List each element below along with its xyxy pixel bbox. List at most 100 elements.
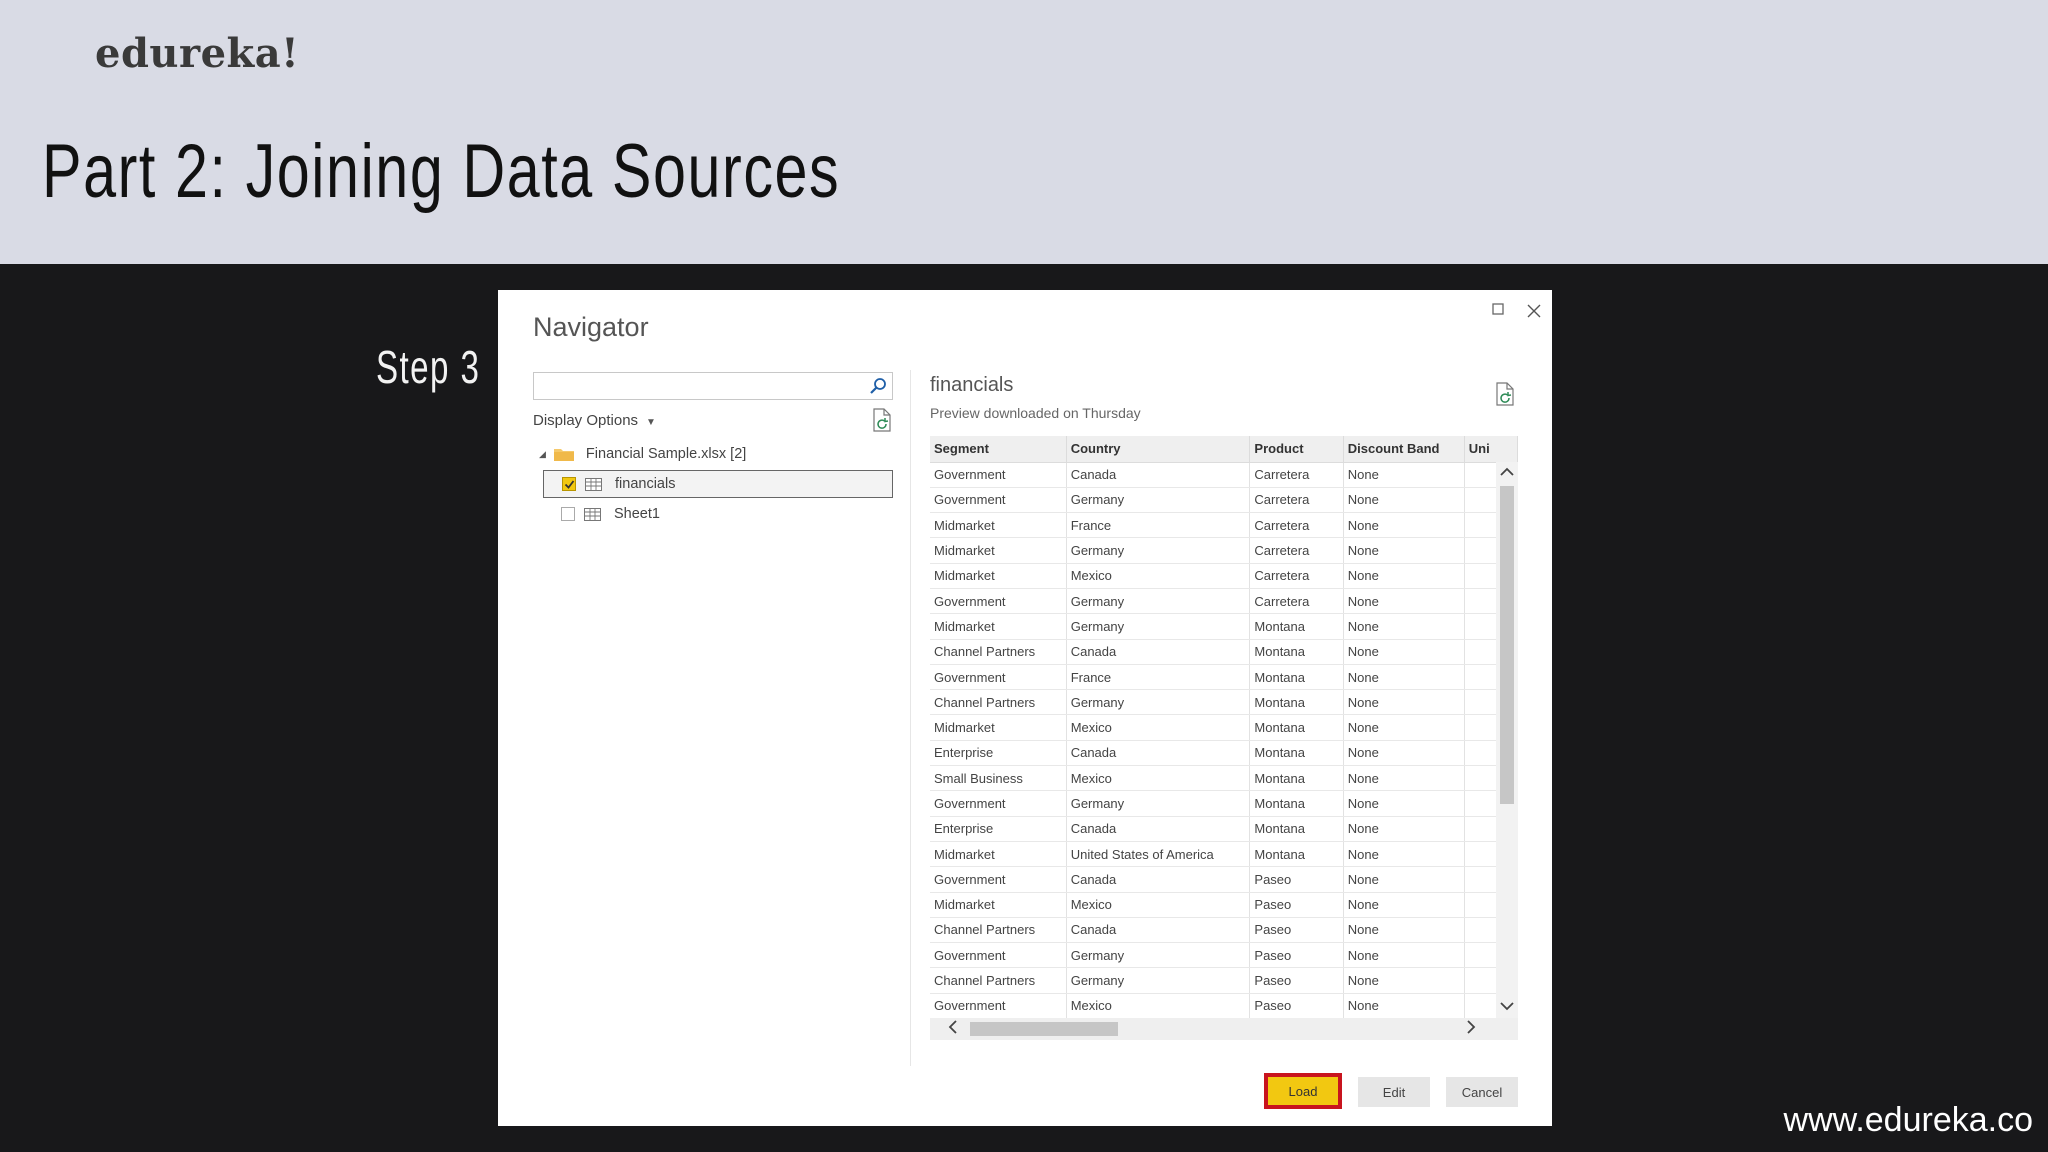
slide-header: edureka! Part 2: Joining Data Sources xyxy=(0,0,2048,264)
table-cell: Paseo xyxy=(1249,892,1344,918)
collapse-arrow-icon[interactable]: ◢ xyxy=(539,449,546,460)
table-row: Small Business Mexico Montana None xyxy=(930,765,1518,792)
preview-subtitle: Preview downloaded on Thursday xyxy=(930,405,1141,421)
table-cell: Paseo xyxy=(1249,942,1344,969)
maximize-button[interactable] xyxy=(1482,294,1514,324)
table-cell: Channel Partners xyxy=(930,917,1067,944)
table-row: Government Germany Carretera None xyxy=(930,487,1518,514)
table-cell: None xyxy=(1343,917,1465,944)
table-row: Government Germany Montana None xyxy=(930,790,1518,817)
refresh-icon[interactable] xyxy=(871,408,893,432)
column-header[interactable]: Discount Band xyxy=(1343,436,1465,463)
search-icon[interactable] xyxy=(868,376,888,396)
table-cell: None xyxy=(1343,537,1465,564)
slide-title: Part 2: Joining Data Sources xyxy=(42,129,841,214)
table-cell: Montana xyxy=(1249,613,1344,640)
scroll-left-icon[interactable] xyxy=(942,1018,964,1040)
table-row: Government Canada Paseo None xyxy=(930,866,1518,893)
preview-grid[interactable]: Segment Country Product Discount Band Un… xyxy=(930,436,1518,1018)
column-header[interactable]: Country xyxy=(1066,436,1251,463)
table-cell: Germany xyxy=(1066,588,1251,615)
vertical-scroll-thumb[interactable] xyxy=(1500,486,1514,804)
table-cell: Government xyxy=(930,588,1067,615)
table-header-row: Segment Country Product Discount Band Un… xyxy=(930,436,1518,463)
preview-table: Segment Country Product Discount Band Un… xyxy=(930,436,1518,1018)
cancel-button[interactable]: Cancel xyxy=(1446,1077,1518,1107)
table-icon xyxy=(584,507,601,521)
table-cell: Government xyxy=(930,790,1067,817)
tree-root-node[interactable]: ◢ Financial Sample.xlsx [2] xyxy=(539,440,746,468)
table-cell: Midmarket xyxy=(930,537,1067,564)
table-cell: None xyxy=(1343,790,1465,817)
search-input[interactable] xyxy=(534,373,854,399)
load-button[interactable]: Load xyxy=(1264,1073,1342,1109)
table-cell: Montana xyxy=(1249,816,1344,842)
table-row: Midmarket Mexico Carretera None xyxy=(930,563,1518,589)
table-cell: Germany xyxy=(1066,487,1251,514)
table-row: Midmarket Mexico Montana None xyxy=(930,714,1518,741)
table-cell: Germany xyxy=(1066,967,1251,994)
table-cell: Carretera xyxy=(1249,588,1344,615)
table-cell: None xyxy=(1343,689,1465,716)
tree-item-financials[interactable]: financials xyxy=(543,470,893,498)
table-cell: Germany xyxy=(1066,790,1251,817)
scroll-up-icon[interactable] xyxy=(1496,462,1518,484)
table-cell: None xyxy=(1343,866,1465,893)
table-cell: Germany xyxy=(1066,942,1251,969)
table-cell: Government xyxy=(930,664,1067,691)
close-button[interactable] xyxy=(1518,294,1550,324)
table-cell: Channel Partners xyxy=(930,639,1067,665)
financials-checkbox[interactable] xyxy=(562,477,576,491)
tree-item-sheet1[interactable]: Sheet1 xyxy=(543,500,893,528)
tree-item-label: financials xyxy=(615,476,676,492)
refresh-icon[interactable] xyxy=(1494,382,1516,406)
table-cell: None xyxy=(1343,740,1465,767)
scroll-down-icon[interactable] xyxy=(1496,996,1518,1018)
column-header[interactable]: Segment xyxy=(930,436,1067,463)
table-cell: Small Business xyxy=(930,765,1067,792)
checkmark-icon xyxy=(564,479,574,489)
horizontal-scroll-thumb[interactable] xyxy=(970,1022,1118,1036)
vertical-scrollbar[interactable] xyxy=(1496,462,1518,1018)
caret-down-icon: ▼ xyxy=(646,417,656,428)
table-cell: Carretera xyxy=(1249,487,1344,514)
dialog-title: Navigator xyxy=(533,312,649,342)
table-cell: Government xyxy=(930,993,1067,1018)
table-cell: Montana xyxy=(1249,689,1344,716)
tree-item-label: Sheet1 xyxy=(614,506,660,522)
scroll-right-icon[interactable] xyxy=(1460,1018,1482,1040)
table-cell: Channel Partners xyxy=(930,967,1067,994)
table-cell: None xyxy=(1343,512,1465,539)
table-cell: Midmarket xyxy=(930,714,1067,741)
table-cell: Carretera xyxy=(1249,537,1344,564)
table-row: Government Germany Paseo None xyxy=(930,942,1518,969)
table-row: Channel Partners Canada Paseo None xyxy=(930,917,1518,944)
column-header[interactable]: Uni xyxy=(1464,436,1518,463)
table-cell: Canada xyxy=(1066,740,1251,767)
table-row: Midmarket Germany Montana None xyxy=(930,613,1518,640)
table-row: Midmarket France Carretera None xyxy=(930,512,1518,539)
sheet1-checkbox[interactable] xyxy=(561,507,575,521)
display-options-label: Display Options xyxy=(533,412,639,429)
display-options-dropdown[interactable]: Display Options ▼ xyxy=(533,412,656,429)
table-cell: None xyxy=(1343,841,1465,868)
table-cell: Carretera xyxy=(1249,563,1344,589)
table-cell: Enterprise xyxy=(930,740,1067,767)
table-cell: Canada xyxy=(1066,462,1251,488)
horizontal-scrollbar[interactable] xyxy=(930,1018,1518,1040)
table-cell: None xyxy=(1343,664,1465,691)
table-cell: Paseo xyxy=(1249,917,1344,944)
table-cell: Government xyxy=(930,866,1067,893)
table-row: Channel Partners Germany Paseo None xyxy=(930,967,1518,994)
column-header[interactable]: Product xyxy=(1249,436,1344,463)
folder-icon xyxy=(553,449,574,461)
edit-button[interactable]: Edit xyxy=(1358,1077,1430,1107)
table-cell: Mexico xyxy=(1066,714,1251,741)
table-cell: Germany xyxy=(1066,689,1251,716)
table-icon xyxy=(585,477,602,491)
table-cell: Midmarket xyxy=(930,563,1067,589)
table-cell: None xyxy=(1343,892,1465,918)
maximize-icon xyxy=(1492,303,1504,315)
table-row: Government Canada Carretera None xyxy=(930,462,1518,488)
table-cell: France xyxy=(1066,512,1251,539)
